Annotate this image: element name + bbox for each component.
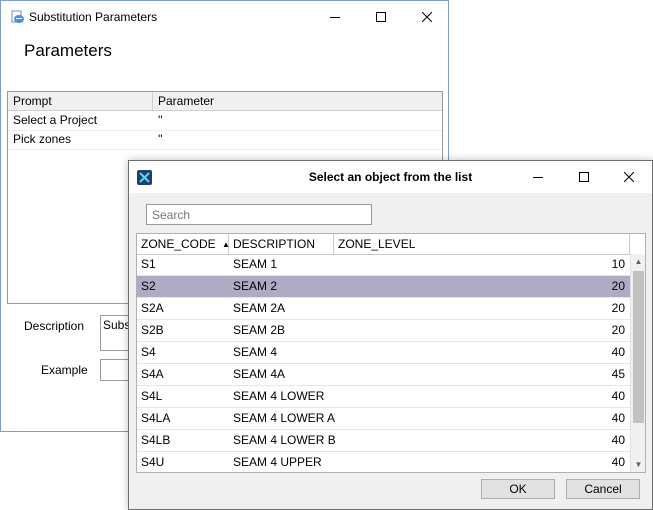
column-header-label: ZONE_CODE	[141, 237, 216, 251]
column-header-zone-level[interactable]: ZONE_LEVEL	[334, 234, 630, 254]
zone-level-cell: 20	[611, 323, 625, 337]
column-header-prompt[interactable]: Prompt	[8, 92, 153, 110]
description-cell: SEAM 4 UPPER	[233, 455, 322, 469]
scroll-down-arrow-icon[interactable]: ▼	[631, 457, 645, 472]
description-cell: SEAM 4	[233, 345, 278, 359]
search-input[interactable]	[146, 204, 372, 225]
prompt-cell: Select a Project	[13, 113, 98, 127]
description-cell: SEAM 2	[233, 279, 278, 293]
description-cell: SEAM 4A	[233, 367, 286, 381]
description-cell: SEAM 2B	[233, 323, 286, 337]
description-cell: SEAM 4 LOWER A	[233, 411, 336, 425]
example-label: Example	[41, 363, 88, 377]
description-label: Description	[24, 319, 85, 333]
table-row[interactable]: S4L SEAM 4 LOWER 40	[137, 386, 630, 408]
zone-code-cell: S4L	[141, 389, 163, 403]
table-row[interactable]: S2A SEAM 2A 20	[137, 298, 630, 320]
description-cell: SEAM 4 LOWER	[233, 389, 325, 403]
zone-level-cell: 40	[611, 455, 625, 469]
vertical-scrollbar[interactable]: ▲ ▼	[630, 254, 645, 472]
grid-header: Prompt Parameter	[8, 92, 442, 111]
description-cell: SEAM 2A	[233, 301, 286, 315]
parameter-cell[interactable]: ''	[153, 130, 163, 149]
title-bar[interactable]: Substitution Parameters	[1, 1, 448, 33]
table-row[interactable]: Pick zones ''	[8, 130, 442, 150]
prompt-cell: Pick zones	[13, 132, 72, 146]
ok-button[interactable]: OK	[481, 479, 555, 499]
close-button[interactable]	[606, 161, 652, 193]
grid-header: ZONE_CODE ▲ DESCRIPTION ZONE_LEVEL	[137, 234, 645, 255]
zone-code-cell: S4LB	[141, 433, 171, 447]
select-object-dialog: Select an object from the list ZONE_CODE…	[128, 160, 653, 510]
column-header-parameter[interactable]: Parameter	[153, 92, 353, 110]
scroll-up-arrow-icon[interactable]: ▲	[631, 254, 645, 269]
zone-code-cell: S2	[141, 279, 156, 293]
table-row[interactable]: S2B SEAM 2B 20	[137, 320, 630, 342]
table-row[interactable]: S4 SEAM 4 40	[137, 342, 630, 364]
object-list-grid[interactable]: ZONE_CODE ▲ DESCRIPTION ZONE_LEVEL S1 SE…	[136, 233, 646, 473]
zone-code-cell: S4	[141, 345, 156, 359]
minimize-button[interactable]	[515, 161, 561, 193]
description-cell: SEAM 1	[233, 257, 278, 271]
zone-code-cell: S4LA	[141, 411, 171, 425]
zone-level-cell: 40	[611, 411, 625, 425]
maximize-button[interactable]	[358, 1, 404, 33]
page-heading: Parameters	[24, 41, 112, 60]
zone-code-cell: S4U	[141, 455, 165, 469]
app-icon	[11, 10, 25, 24]
zone-level-cell: 40	[611, 345, 625, 359]
maximize-button[interactable]	[561, 161, 607, 193]
table-row[interactable]: S1 SEAM 1 10	[137, 254, 630, 276]
zone-level-cell: 40	[611, 433, 625, 447]
table-row[interactable]: S4LB SEAM 4 LOWER B 40	[137, 430, 630, 452]
parameter-cell[interactable]: ''	[153, 111, 163, 130]
zone-code-cell: S4A	[141, 367, 164, 381]
dialog-title-bar[interactable]: Select an object from the list	[129, 161, 652, 193]
table-row[interactable]: Select a Project ''	[8, 111, 442, 131]
close-button[interactable]	[404, 1, 450, 33]
zone-code-cell: S1	[141, 257, 156, 271]
description-cell: SEAM 4 LOWER B	[233, 433, 336, 447]
table-row[interactable]: S4U SEAM 4 UPPER 40	[137, 452, 630, 472]
zone-level-cell: 20	[611, 301, 625, 315]
cancel-button[interactable]: Cancel	[566, 479, 640, 499]
minimize-button[interactable]	[312, 1, 358, 33]
column-header-description[interactable]: DESCRIPTION	[229, 234, 334, 254]
column-header-zone-code[interactable]: ZONE_CODE ▲	[137, 234, 230, 254]
table-row-selected[interactable]: S2 SEAM 2 20	[137, 276, 630, 298]
zone-level-cell: 45	[611, 367, 625, 381]
scrollbar-thumb[interactable]	[633, 271, 644, 423]
zone-level-cell: 20	[611, 279, 625, 293]
zone-code-cell: S2A	[141, 301, 164, 315]
table-row[interactable]: S4A SEAM 4A 45	[137, 364, 630, 386]
zone-code-cell: S2B	[141, 323, 164, 337]
zone-level-cell: 40	[611, 389, 625, 403]
zone-level-cell: 10	[611, 257, 625, 271]
window-title: Substitution Parameters	[29, 10, 158, 24]
table-row[interactable]: S4LA SEAM 4 LOWER A 40	[137, 408, 630, 430]
